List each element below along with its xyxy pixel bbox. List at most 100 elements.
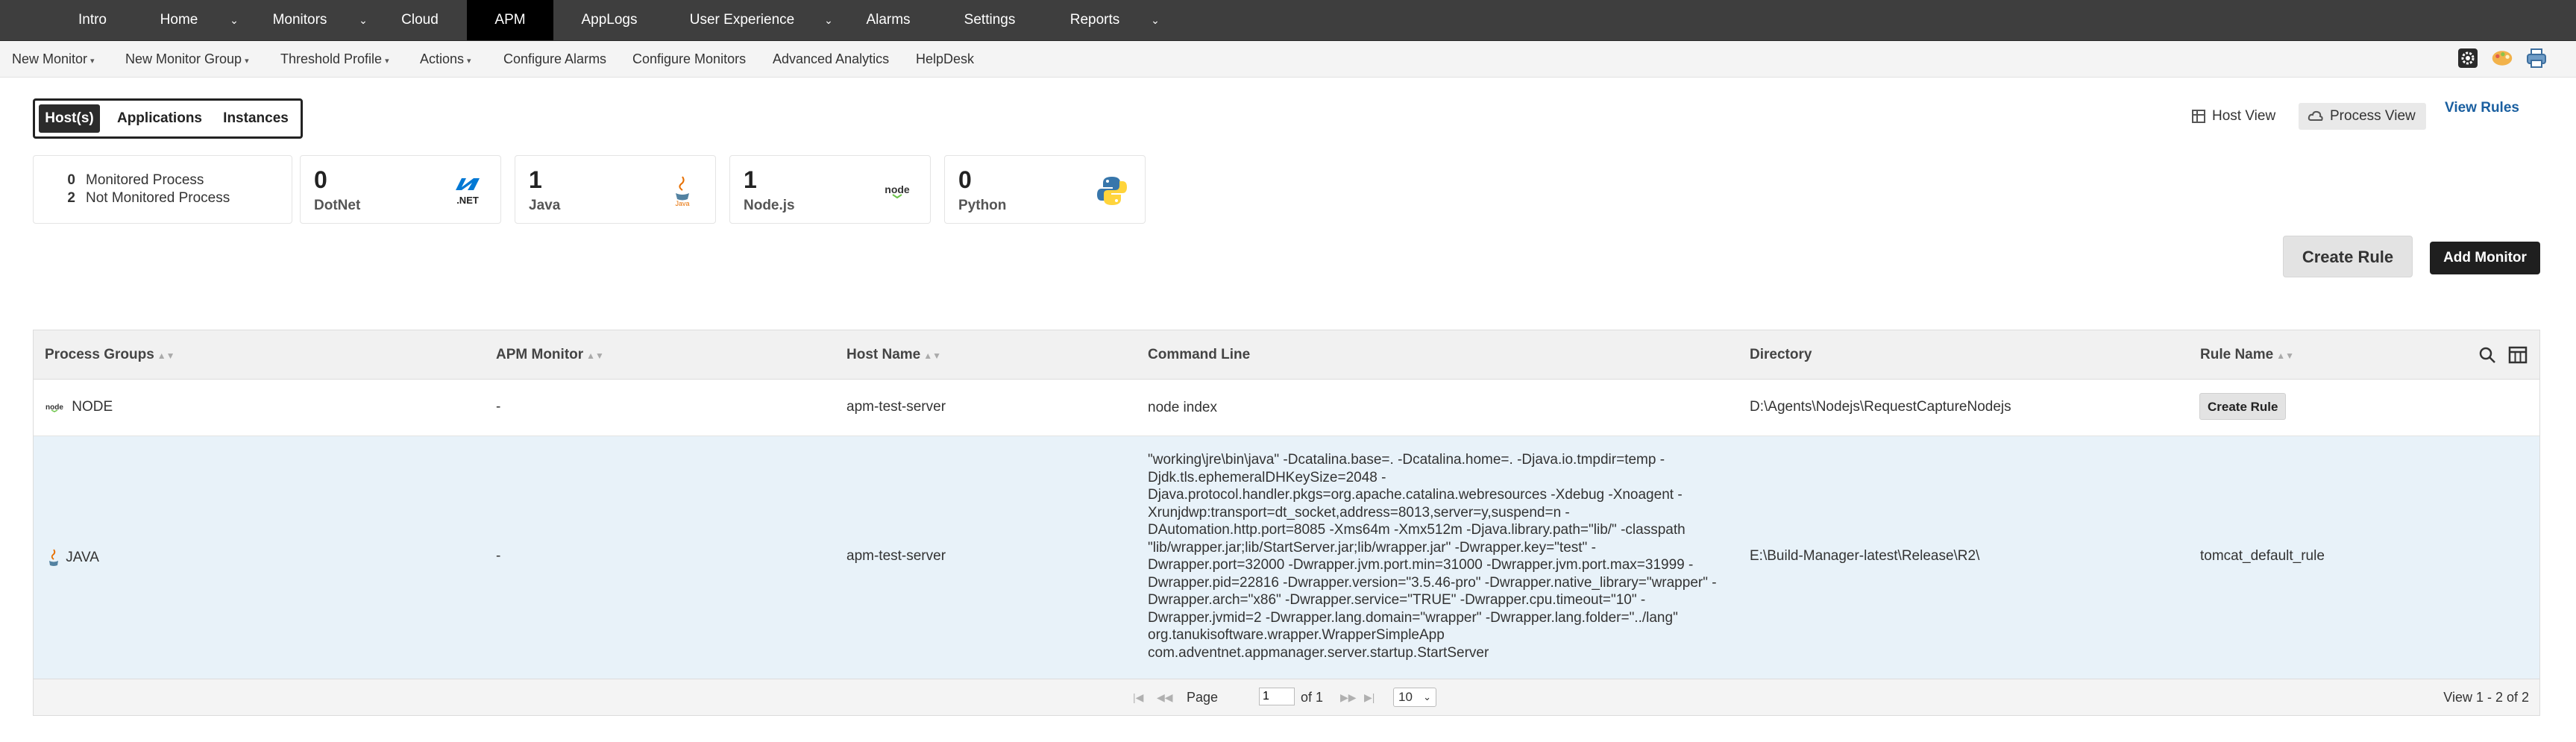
nodejs-card[interactable]: 1 Node.js node xyxy=(729,155,931,224)
next-page-icon[interactable]: ▶▶ xyxy=(1340,679,1357,715)
page-size-select[interactable]: 10 ⌄ xyxy=(1393,688,1436,707)
command-line-text: Dwrapper.arch="x86" -Dwrapper.service="T… xyxy=(1148,592,1646,608)
nav-user-experience[interactable]: User Experience xyxy=(679,0,805,40)
rule-name-cell[interactable]: tomcat_default_rule xyxy=(2200,548,2325,565)
nav-settings[interactable]: Settings xyxy=(956,0,1023,40)
command-line-text: org.tanukisoftware.wrapper.WrapperSimple… xyxy=(1148,627,1445,643)
dotnet-card[interactable]: 0 DotNet .NET xyxy=(300,155,501,224)
chevron-down-icon[interactable]: ⌄ xyxy=(352,0,374,40)
caret-down-icon: ▾ xyxy=(467,57,471,66)
last-page-icon[interactable]: ▶| xyxy=(1364,679,1375,715)
table-pager: |◀ ◀◀ Page of 1 ▶▶ ▶| 10 ⌄ View 1 - 2 of … xyxy=(34,679,2539,715)
menu-threshold-profile[interactable]: Threshold Profile ▾ xyxy=(280,41,389,77)
nodejs-icon-text: node xyxy=(885,183,910,195)
svg-text:node: node xyxy=(45,403,63,412)
page-number-input[interactable] xyxy=(1259,688,1295,705)
host-applications-instances-toggle: Host(s) Applications Instances xyxy=(33,98,303,139)
directory-cell: E:\Build-Manager-latest\Release\R2\ xyxy=(1750,548,1980,564)
monitored-count: 0 xyxy=(67,172,75,188)
host-name-cell: apm-test-server xyxy=(846,399,946,415)
command-line-text: Djava.protocol.handler.pkgs=org.apache.c… xyxy=(1148,487,1683,503)
apm-monitor-cell: - xyxy=(496,399,501,415)
menu-configure-monitors[interactable]: Configure Monitors xyxy=(632,41,746,77)
java-card[interactable]: 1 Java Java xyxy=(515,155,716,224)
nav-home[interactable]: Home xyxy=(149,0,209,40)
column-label: Process Groups xyxy=(45,347,154,362)
python-count: 0 xyxy=(958,166,972,193)
chevron-down-icon[interactable]: ⌄ xyxy=(817,0,840,40)
toggle-hosts[interactable]: Host(s) xyxy=(39,104,100,133)
chevron-down-icon[interactable]: ⌄ xyxy=(223,0,245,40)
dotnet-icon-text: .NET xyxy=(456,195,479,206)
python-card[interactable]: 0 Python xyxy=(944,155,1146,224)
printer-icon[interactable] xyxy=(2525,47,2548,69)
menu-new-monitor-group[interactable]: New Monitor Group ▾ xyxy=(125,41,249,77)
nav-alarms[interactable]: Alarms xyxy=(858,0,919,40)
menu-label: New Monitor Group xyxy=(125,51,242,66)
column-rule-name[interactable]: Rule Name ▲▼ xyxy=(2200,330,2294,379)
prev-page-icon[interactable]: ◀◀ xyxy=(1157,679,1173,715)
monitored-label: Monitored Process xyxy=(86,172,204,188)
first-page-icon[interactable]: |◀ xyxy=(1133,679,1143,715)
column-chooser-icon[interactable] xyxy=(2508,346,2528,364)
host-view-link[interactable]: Host View xyxy=(2191,103,2275,130)
menu-actions[interactable]: Actions ▾ xyxy=(420,41,471,77)
nav-reports[interactable]: Reports xyxy=(1058,0,1132,40)
menu-new-monitor[interactable]: New Monitor ▾ xyxy=(12,41,95,77)
sub-navigation-bar: New Monitor ▾ New Monitor Group ▾ Threshol… xyxy=(0,41,2576,78)
command-line-text: Xrunjdwp:transport=dt_socket,address=801… xyxy=(1148,504,1570,521)
column-directory: Directory xyxy=(1750,347,1812,362)
nav-monitors[interactable]: Monitors xyxy=(265,0,335,40)
java-icon xyxy=(49,549,58,566)
menu-configure-alarms[interactable]: Configure Alarms xyxy=(503,41,606,77)
command-line-text: node index xyxy=(1148,400,1217,415)
sort-icon: ▲▼ xyxy=(586,350,604,361)
search-icon[interactable] xyxy=(2478,346,2496,364)
menu-helpdesk[interactable]: HelpDesk xyxy=(916,41,974,77)
page-count-label: of 1 xyxy=(1301,690,1324,705)
chevron-down-icon[interactable]: ⌄ xyxy=(1144,0,1166,40)
java-icon-text: Java xyxy=(675,200,689,207)
nav-apm[interactable]: APM xyxy=(467,0,553,40)
monitored-process-row: 0 Monitored Process xyxy=(60,172,204,189)
column-label: Rule Name xyxy=(2200,347,2274,362)
caret-down-icon: ▾ xyxy=(245,57,249,66)
nodejs-label: Node.js xyxy=(744,198,795,213)
command-line-text: Dwrapper.jvmid=2 -Dwrapper.lang.domain="… xyxy=(1148,609,1678,626)
column-label: APM Monitor xyxy=(496,347,584,362)
java-label: Java xyxy=(529,198,561,213)
process-view-link[interactable]: Process View xyxy=(2299,103,2426,130)
dotnet-count: 0 xyxy=(314,166,327,193)
dotnet-label: DotNet xyxy=(314,198,361,213)
theme-palette-icon[interactable] xyxy=(2491,47,2513,69)
view-rules-link[interactable]: View Rules xyxy=(2445,100,2519,116)
create-rule-button[interactable]: Create Rule xyxy=(2283,236,2413,277)
page-label: Page xyxy=(1187,690,1219,705)
command-line-text: Dwrapper.port=32000 -Dwrapper.jvm.port.m… xyxy=(1148,557,1694,573)
toggle-instances[interactable]: Instances xyxy=(219,104,293,133)
table-row[interactable]: node NODE - apm-test-server node index D… xyxy=(34,380,2539,436)
row-create-rule-button[interactable]: Create Rule xyxy=(2199,393,2287,420)
page-size-value: 10 xyxy=(1398,690,1413,704)
column-apm-monitor[interactable]: APM Monitor ▲▼ xyxy=(496,330,604,379)
view-summary: View 1 - 2 of 2 xyxy=(2443,690,2529,705)
host-view-label: Host View xyxy=(2212,108,2276,124)
not-monitored-count: 2 xyxy=(67,190,75,206)
nav-cloud[interactable]: Cloud xyxy=(392,0,447,40)
menu-label: New Monitor xyxy=(12,51,88,66)
process-cloud-icon xyxy=(2308,110,2323,121)
settings-gear-icon[interactable] xyxy=(2457,47,2479,69)
column-host-name[interactable]: Host Name ▲▼ xyxy=(846,330,941,379)
menu-advanced-analytics[interactable]: Advanced Analytics xyxy=(773,41,889,77)
add-monitor-button[interactable]: Add Monitor xyxy=(2430,242,2540,274)
command-line-text: "lib/wrapper.jar;lib/StartServer.jar;lib… xyxy=(1148,539,1596,556)
dotnet-icon: .NET xyxy=(456,178,480,206)
nav-applogs[interactable]: AppLogs xyxy=(574,0,644,40)
column-process-groups[interactable]: Process Groups ▲▼ xyxy=(45,330,175,379)
table-row[interactable]: JAVA - apm-test-server "working\jre\bin\… xyxy=(34,436,2539,679)
process-group-cell: JAVA xyxy=(45,548,99,567)
directory-cell: D:\Agents\Nodejs\RequestCaptureNodejs xyxy=(1750,399,2011,415)
nav-intro[interactable]: Intro xyxy=(70,0,115,40)
toggle-applications[interactable]: Applications xyxy=(113,104,207,133)
host-grid-icon xyxy=(2192,109,2205,123)
